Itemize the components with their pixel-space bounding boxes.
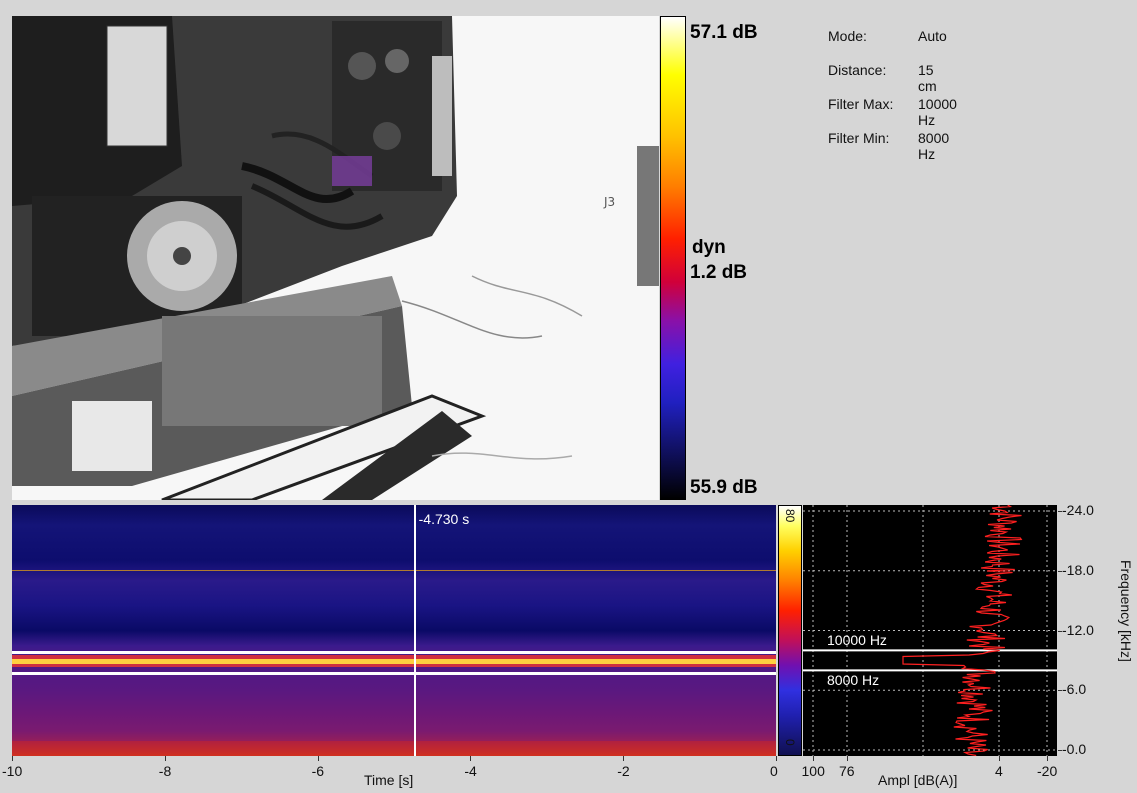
time-axis-tick [623,756,625,761]
time-axis-tick-label: -8 [158,763,172,779]
time-axis-tick-label: -10 [2,763,23,779]
time-cursor-label: -4.730 s [418,511,470,527]
info-row-distance: Distance: 15 cm [828,62,937,96]
spectrogram-scale-top: 80 [783,509,797,523]
spectrogram-color-scale [778,505,802,756]
spectrogram-band [12,664,776,667]
spectrogram-band [12,570,776,571]
amplitude-axis-tick [1047,756,1048,761]
info-row-filter-min: Filter Min: 8000 Hz [828,130,949,164]
info-row-mode: Mode: Auto [828,28,947,62]
info-panel: Mode: Auto Distance: 15 cm Filter Max: 1… [828,28,957,164]
amplitude-plot-canvas [803,504,1057,757]
frequency-axis-tick-label: -24.0 [1062,502,1094,518]
amplitude-axis-tick-label: 100 [801,763,825,779]
info-value: Auto [918,28,947,44]
frequency-axis-tick-label: -0.0 [1062,741,1087,757]
time-axis-tick [470,756,472,761]
scale-mode-label: dyn [692,237,726,258]
time-axis-tick-label: -4 [464,763,477,779]
time-axis-tick [776,756,777,761]
amplitude-axis-tick-label: 4 [995,763,1003,779]
scale-range-label: 1.2 dB [690,262,748,283]
info-key: Mode: [828,28,867,44]
filter-min-line [12,672,776,675]
camera-view: J3 [12,16,659,500]
frequency-axis: -24.0 -18.0 -12.0 -6.0 -0.0 [1058,502,1098,757]
info-key: Filter Max: [828,96,894,112]
frequency-axis-tick-label: -6.0 [1062,681,1087,698]
info-row-filter-max: Filter Max: 10000 Hz [828,96,957,130]
svg-text:J3: J3 [603,195,615,209]
info-value: 10000 Hz [918,96,957,128]
time-axis-title: Time [s] [364,772,414,788]
amplitude-axis-tick [847,756,848,761]
dynamic-color-scale [660,16,686,500]
scale-max-label: 57.1 dB [690,22,758,43]
amplitude-axis-tick-label: -20 [1037,763,1058,779]
frequency-axis-tick-label: -18.0 [1062,561,1094,578]
time-cursor-line[interactable] [413,505,416,756]
time-axis-tick [317,756,319,761]
info-key: Filter Min: [828,130,890,146]
frequency-axis-tick-label: -12.0 [1062,621,1094,638]
amplitude-plot[interactable]: 10000 Hz 8000 Hz [803,504,1057,757]
amplitude-axis-tick [813,756,814,761]
spectrogram-band [12,741,776,756]
filter-max-label: 10000 Hz [827,632,887,649]
info-key: Distance: [828,62,887,78]
amplitude-axis-tick [999,756,1000,761]
time-axis-tick-label: 0 [770,763,778,779]
amplitude-axis-title: Ampl [dB(A)] [878,772,958,788]
time-axis-tick-label: -6 [311,763,325,779]
filter-max-line [12,651,776,654]
time-axis-tick-label: -2 [617,763,630,779]
spectrogram-scale-bottom: 0 [783,739,797,746]
filter-min-label: 8000 Hz [827,672,880,689]
amplitude-axis-tick-label: 76 [839,763,855,779]
info-value: 15 cm [918,62,937,94]
scale-min-label: 55.9 dB [690,477,758,498]
time-axis-tick [12,756,13,761]
frequency-axis-title: Frequency [kHz] [1118,560,1134,662]
spectrogram-plot[interactable]: -4.730 s [12,505,776,756]
time-axis-tick [164,756,166,761]
info-value: 8000 Hz [918,130,950,162]
